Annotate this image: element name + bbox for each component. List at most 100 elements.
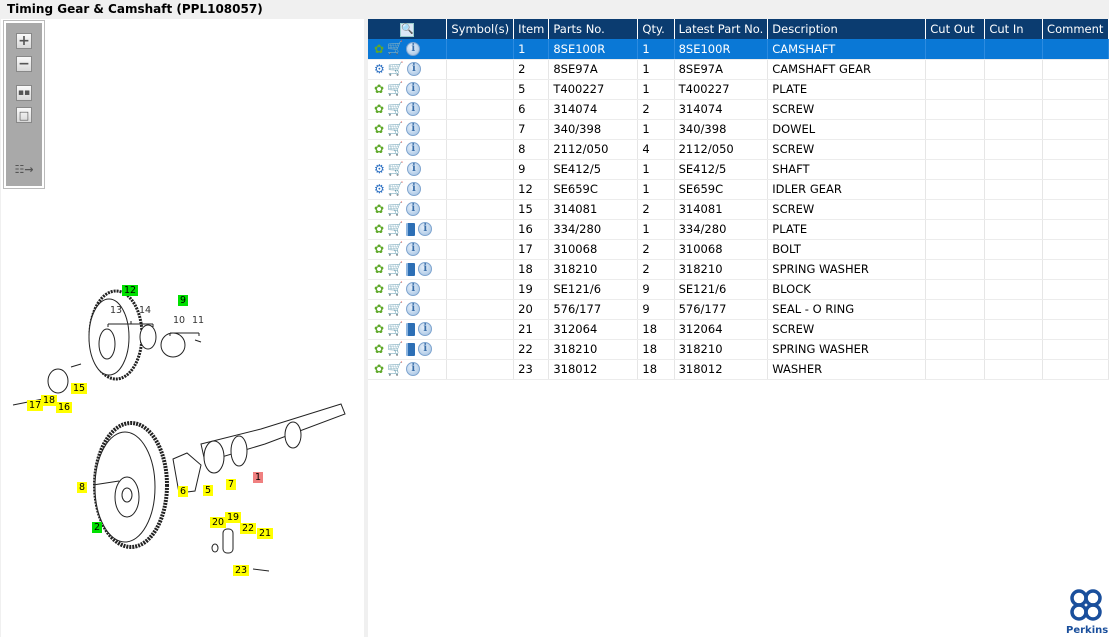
- part-gear-icon[interactable]: ✿: [374, 262, 384, 276]
- document-icon[interactable]: [406, 322, 416, 336]
- callout-5[interactable]: 5: [203, 485, 214, 496]
- assembly-gear-icon[interactable]: ⚙: [374, 62, 385, 76]
- table-row[interactable]: ✿ 🛒 i 18 318210 2 318210 SPRING WASHER: [368, 259, 1109, 280]
- part-gear-icon[interactable]: ✿: [374, 302, 384, 316]
- part-gear-icon[interactable]: ✿: [374, 242, 384, 256]
- info-icon[interactable]: i: [406, 102, 421, 116]
- callout-15[interactable]: 15: [71, 383, 88, 394]
- info-icon[interactable]: i: [406, 362, 421, 376]
- cart-icon[interactable]: 🛒: [387, 322, 403, 337]
- part-gear-icon[interactable]: ✿: [374, 82, 384, 96]
- table-row[interactable]: ⚙ 🛒 i 9 SE412/5 1 SE412/5 SHAFT: [368, 159, 1109, 180]
- cart-icon[interactable]: 🛒: [387, 202, 403, 217]
- cart-icon[interactable]: 🛒: [388, 62, 404, 77]
- cart-icon[interactable]: 🛒: [387, 342, 403, 357]
- callout-7[interactable]: 7: [226, 479, 237, 490]
- callout-21[interactable]: 21: [257, 528, 274, 539]
- column-header[interactable]: Latest Part No.: [674, 19, 769, 39]
- callout-1[interactable]: 1: [253, 472, 264, 483]
- column-header-search[interactable]: 🔍: [368, 19, 448, 39]
- callout-8[interactable]: 8: [77, 482, 88, 493]
- callout-23[interactable]: 23: [233, 565, 250, 576]
- table-row[interactable]: ✿ 🛒 i 22 318210 18 318210 SPRING WASHER: [368, 339, 1109, 360]
- info-icon[interactable]: i: [418, 342, 433, 356]
- table-row[interactable]: ✿ 🛒 i 8 2112/050 4 2112/050 SCREW: [368, 139, 1109, 160]
- document-icon[interactable]: [406, 222, 416, 236]
- info-icon[interactable]: i: [406, 202, 421, 216]
- callout-19[interactable]: 19: [225, 512, 242, 523]
- info-icon[interactable]: i: [418, 222, 433, 236]
- table-row[interactable]: ✿ 🛒 i 15 314081 2 314081 SCREW: [368, 199, 1109, 220]
- cart-icon[interactable]: 🛒: [388, 182, 404, 197]
- callout-6[interactable]: 6: [178, 486, 189, 497]
- table-row[interactable]: ✿ 🛒 i 17 310068 2 310068 BOLT: [368, 239, 1109, 260]
- info-icon[interactable]: i: [406, 142, 421, 156]
- info-icon[interactable]: i: [418, 262, 433, 276]
- info-icon[interactable]: i: [406, 182, 421, 196]
- cart-icon[interactable]: 🛒: [387, 242, 403, 257]
- assembly-gear-icon[interactable]: ⚙: [374, 182, 385, 196]
- assembly-gear-icon[interactable]: ⚙: [374, 162, 385, 176]
- cart-icon[interactable]: 🛒: [387, 82, 403, 97]
- part-gear-icon[interactable]: ✿: [374, 322, 384, 336]
- cart-icon[interactable]: 🛒: [388, 162, 404, 177]
- column-header[interactable]: Qty.: [637, 19, 675, 39]
- cart-icon[interactable]: 🛒: [387, 41, 403, 56]
- part-gear-icon[interactable]: ✿: [374, 122, 384, 136]
- cart-icon[interactable]: 🛒: [387, 122, 403, 137]
- column-header[interactable]: Parts No.: [548, 19, 639, 39]
- cart-icon[interactable]: 🛒: [387, 262, 403, 277]
- table-row[interactable]: ⚙ 🛒 i 12 SE659C 1 SE659C IDLER GEAR: [368, 179, 1109, 200]
- cart-icon[interactable]: 🛒: [387, 102, 403, 117]
- info-icon[interactable]: i: [406, 242, 421, 256]
- part-gear-icon[interactable]: ✿: [374, 202, 384, 216]
- column-header[interactable]: Cut In: [984, 19, 1044, 39]
- diagram-pane[interactable]: + − ▪▪ □ ☷→ 12 9 13 14 10 11 15 17 18 16…: [1, 19, 364, 637]
- column-header[interactable]: Item: [513, 19, 550, 39]
- column-header[interactable]: Description: [767, 19, 927, 39]
- info-icon[interactable]: i: [406, 82, 421, 96]
- part-gear-icon[interactable]: ✿: [374, 42, 384, 56]
- document-icon[interactable]: [406, 342, 416, 356]
- part-gear-icon[interactable]: ✿: [374, 222, 384, 236]
- table-row[interactable]: ✿ 🛒 i 20 576/177 9 576/177 SEAL - O RING: [368, 299, 1109, 320]
- info-icon[interactable]: i: [406, 122, 421, 136]
- callout-2[interactable]: 2: [92, 522, 103, 533]
- info-icon[interactable]: i: [406, 41, 421, 56]
- info-icon[interactable]: i: [406, 302, 421, 316]
- search-icon[interactable]: 🔍: [400, 23, 415, 37]
- table-row[interactable]: ✿ 🛒 i 1 8SE100R 1 8SE100R CAMSHAFT: [368, 39, 1109, 60]
- table-row[interactable]: ✿ 🛒 i 6 314074 2 314074 SCREW: [368, 99, 1109, 120]
- callout-9[interactable]: 9: [178, 295, 189, 306]
- document-icon[interactable]: [406, 262, 416, 276]
- column-header[interactable]: Comment: [1042, 19, 1109, 39]
- info-icon[interactable]: i: [406, 62, 421, 76]
- cart-icon[interactable]: 🛒: [387, 142, 403, 157]
- part-gear-icon[interactable]: ✿: [374, 342, 384, 356]
- info-icon[interactable]: i: [406, 162, 421, 176]
- info-icon[interactable]: i: [418, 322, 433, 336]
- column-header[interactable]: Cut Out: [925, 19, 986, 39]
- table-row[interactable]: ✿ 🛒 i 23 318012 18 318012 WASHER: [368, 359, 1109, 380]
- part-gear-icon[interactable]: ✿: [374, 282, 384, 296]
- table-row[interactable]: ✿ 🛒 i 16 334/280 1 334/280 PLATE: [368, 219, 1109, 240]
- callout-22[interactable]: 22: [240, 523, 257, 534]
- cart-icon[interactable]: 🛒: [387, 302, 403, 317]
- part-gear-icon[interactable]: ✿: [374, 362, 384, 376]
- part-gear-icon[interactable]: ✿: [374, 102, 384, 116]
- table-row[interactable]: ⚙ 🛒 i 2 8SE97A 1 8SE97A CAMSHAFT GEAR: [368, 59, 1109, 80]
- table-row[interactable]: ✿ 🛒 i 21 312064 18 312064 SCREW: [368, 319, 1109, 340]
- callout-20[interactable]: 20: [210, 517, 227, 528]
- cart-icon[interactable]: 🛒: [387, 362, 403, 377]
- table-row[interactable]: ✿ 🛒 i 19 SE121/6 9 SE121/6 BLOCK: [368, 279, 1109, 300]
- callout-16[interactable]: 16: [56, 402, 73, 413]
- callout-18[interactable]: 18: [41, 395, 58, 406]
- column-header[interactable]: Symbol(s): [446, 19, 515, 39]
- table-row[interactable]: ✿ 🛒 i 7 340/398 1 340/398 DOWEL: [368, 119, 1109, 140]
- table-row[interactable]: ✿ 🛒 i 5 T400227 1 T400227 PLATE: [368, 79, 1109, 100]
- callout-12[interactable]: 12: [122, 285, 139, 296]
- cart-icon[interactable]: 🛒: [387, 222, 403, 237]
- info-icon[interactable]: i: [406, 282, 421, 296]
- cart-icon[interactable]: 🛒: [387, 282, 403, 297]
- part-gear-icon[interactable]: ✿: [374, 142, 384, 156]
